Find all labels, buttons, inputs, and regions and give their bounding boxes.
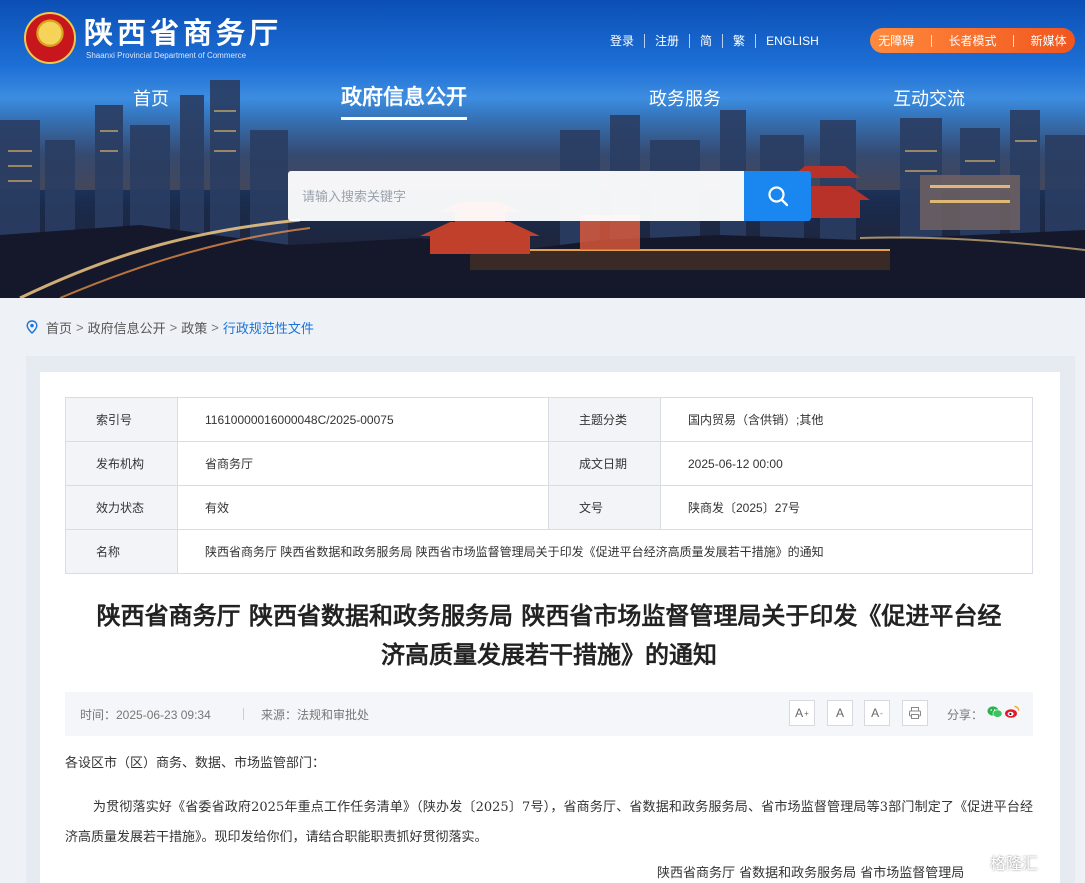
breadcrumb-separator: > [76, 319, 84, 335]
site-logo[interactable]: ★ 陕西省商务厅 Shaanxi Provincial Department o… [24, 12, 294, 68]
top-links: 登录 注册 简 繁 ENGLISH [600, 31, 829, 51]
meta-value-doc-number: 陕商发〔2025〕27号 [660, 485, 1033, 530]
font-reset-icon: A [835, 706, 844, 720]
document-meta-table: 索引号 11610000016000048C/2025-00075 主题分类 国… [65, 397, 1033, 574]
font-increase-button[interactable]: A + [789, 700, 815, 726]
watermark: 格隆汇 [990, 854, 1039, 873]
meta-key-name: 名称 [65, 529, 178, 574]
site-title: 陕西省商务厅 [84, 16, 283, 50]
meta-value-status: 有效 [177, 485, 549, 530]
divider [243, 708, 244, 720]
meta-key-publisher: 发布机构 [65, 441, 178, 486]
article-title: 陕西省商务厅 陕西省数据和政务服务局 陕西省市场监督管理局关于印发《促进平台经 … [60, 597, 1038, 675]
breadcrumb: 首页 > 政府信息公开 > 政策 > 行政规范性文件 [26, 318, 314, 336]
meta-key-category: 主题分类 [548, 397, 661, 442]
article-signature: 陕西省商务厅 省数据和政务服务局 省市场监督管理局 [657, 866, 965, 881]
font-reset-button[interactable]: A [827, 700, 853, 726]
breadcrumb-gov-info[interactable]: 政府信息公开 [88, 318, 166, 337]
article-title-line: 济高质量发展若干措施》的通知 [381, 641, 717, 669]
publish-time: 时间：2025-06-23 09:34 [80, 708, 211, 722]
nav-item-gov-info-disclosure[interactable]: 政府信息公开 [341, 82, 467, 120]
search-input[interactable] [288, 171, 744, 221]
meta-value-name: 陕西省商务厅 陕西省数据和政务服务局 陕西省市场监督管理局关于印发《促进平台经济… [177, 529, 1033, 574]
star-icon: ★ [44, 22, 58, 40]
meta-key-doc-number: 文号 [548, 485, 661, 530]
article-info-bar: 时间：2025-06-23 09:34 来源：法规和审批处 A + A A- 分享… [65, 692, 1033, 736]
nav-item-interaction[interactable]: 互动交流 [893, 85, 965, 115]
hero-banner: ★ 陕西省商务厅 Shaanxi Provincial Department o… [0, 0, 1085, 298]
location-pin-icon [26, 320, 38, 334]
article-paragraph: 为贯彻落实好《省委省政府2025年重点工作任务清单》（陕办发〔2025〕7号），… [65, 800, 1033, 845]
breadcrumb-separator: > [169, 319, 178, 335]
breadcrumb-policy[interactable]: 政策 [181, 318, 207, 337]
share-label: 分享： [947, 708, 984, 722]
meta-value-category: 国内贸易（含供销）;其他 [660, 397, 1033, 442]
table-row: 索引号 11610000016000048C/2025-00075 主题分类 国… [65, 397, 1033, 442]
meta-key-date: 成文日期 [548, 441, 661, 486]
search-button[interactable] [744, 171, 811, 221]
elder-mode-link[interactable]: 长者模式 [948, 32, 996, 49]
nav-item-gov-services[interactable]: 政务服务 [649, 85, 721, 115]
meta-value-index: 11610000016000048C/2025-00075 [177, 397, 549, 442]
accessibility-link[interactable]: 无障碍 [878, 32, 914, 49]
register-link[interactable]: 注册 [644, 34, 689, 48]
national-emblem-icon: ★ [24, 12, 76, 64]
printer-icon [909, 707, 921, 719]
font-decrease-icon: A [871, 706, 880, 720]
simplified-chinese-link[interactable]: 简 [689, 34, 722, 48]
meta-value-publisher: 省商务厅 [177, 441, 549, 486]
article-title-line: 陕西省商务厅 陕西省数据和政务服务局 陕西省市场监督管理局关于印发《促进平台经 [96, 602, 1002, 630]
main-nav: 首页 政府信息公开 政务服务 互动交流 [0, 82, 1085, 122]
english-link[interactable]: ENGLISH [755, 34, 829, 48]
traditional-chinese-link[interactable]: 繁 [722, 34, 755, 48]
article-greeting: 各设区市（区）商务、数据、市场监管部门： [65, 756, 326, 771]
nav-item-home[interactable]: 首页 [133, 85, 169, 115]
login-link[interactable]: 登录 [600, 34, 644, 48]
search-icon [767, 186, 788, 207]
search-bar [288, 171, 811, 221]
breadcrumb-home[interactable]: 首页 [46, 318, 72, 337]
special-links-bar: 无障碍 长者模式 新媒体 [870, 28, 1075, 53]
weibo-share-icon[interactable] [1004, 705, 1020, 719]
wechat-share-icon[interactable] [987, 705, 1003, 719]
meta-value-date: 2025-06-12 00:00 [660, 441, 1033, 486]
table-row: 名称 陕西省商务厅 陕西省数据和政务服务局 陕西省市场监督管理局关于印发《促进平… [65, 529, 1033, 574]
breadcrumb-separator: > [211, 319, 219, 335]
meta-key-index: 索引号 [65, 397, 178, 442]
font-increase-icon: A [795, 706, 804, 720]
print-button[interactable] [902, 700, 928, 726]
new-media-link[interactable]: 新媒体 [1031, 32, 1067, 49]
table-row: 发布机构 省商务厅 成文日期 2025-06-12 00:00 [65, 441, 1033, 486]
divider [1013, 34, 1015, 47]
site-subtitle: Shaanxi Provincial Department of Commerc… [86, 51, 247, 60]
meta-key-status: 效力状态 [65, 485, 178, 530]
table-row: 效力状态 有效 文号 陕商发〔2025〕27号 [65, 485, 1033, 530]
font-decrease-button[interactable]: A- [864, 700, 890, 726]
article-source: 来源：法规和审批处 [261, 708, 370, 722]
divider [930, 34, 932, 47]
breadcrumb-current[interactable]: 行政规范性文件 [223, 318, 314, 337]
